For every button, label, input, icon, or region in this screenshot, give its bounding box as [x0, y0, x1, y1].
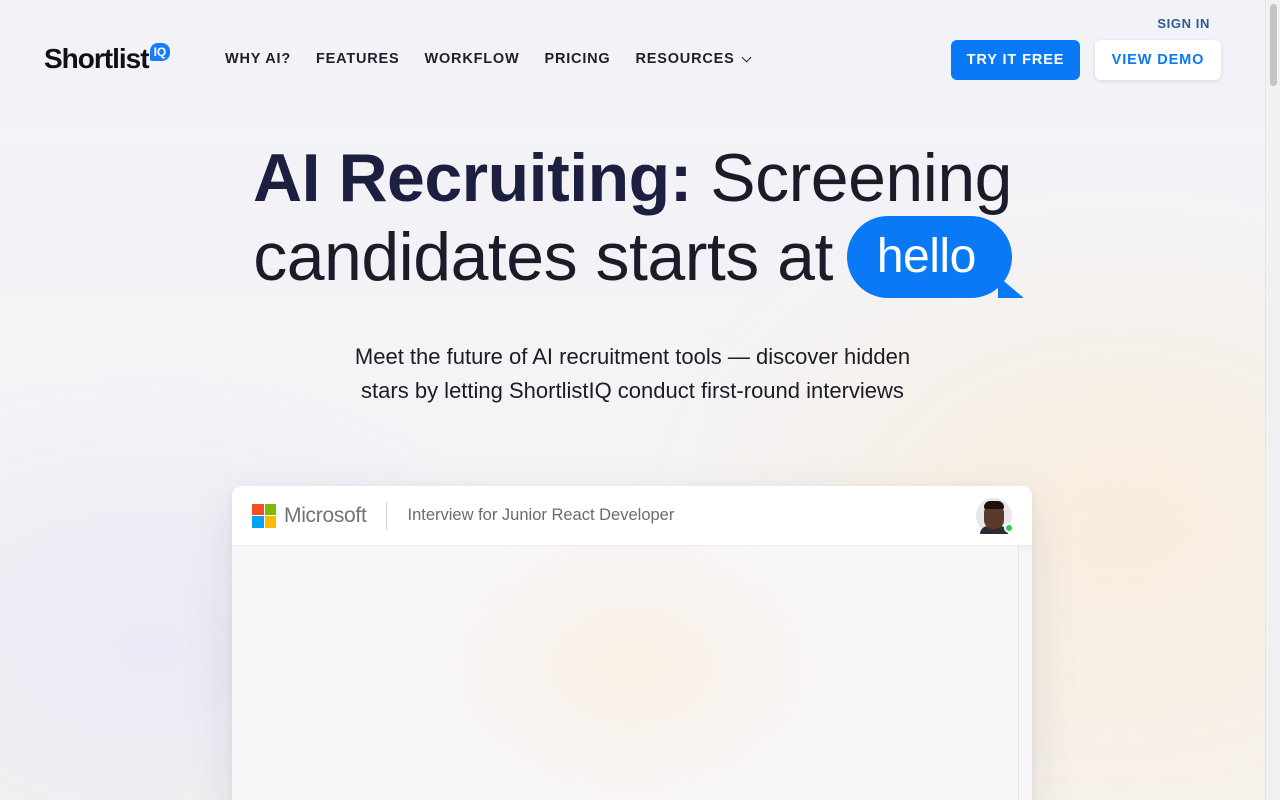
interview-title: Interview for Junior React Developer: [407, 506, 675, 524]
subtitle-line-1: Meet the future of AI recruitment tools …: [354, 344, 911, 369]
hero-title-rest: Screening: [710, 140, 1012, 216]
hero-subtitle: Meet the future of AI recruitment tools …: [0, 340, 1265, 408]
candidate-avatar: [976, 498, 1014, 534]
nav-label: PRICING: [544, 51, 611, 67]
nav-label: WORKFLOW: [424, 51, 520, 67]
shortlistiq-logo[interactable]: Shortlist IQ: [44, 43, 171, 74]
hero-heading: AI Recruiting: Screening candidates star…: [0, 140, 1265, 298]
hero-line-1: AI Recruiting: Screening: [0, 140, 1265, 216]
bubble-tail: [997, 276, 1024, 298]
nav-label: WHY AI?: [225, 51, 292, 67]
view-demo-button[interactable]: VIEW DEMO: [1095, 40, 1221, 80]
logo-badge: IQ: [149, 43, 171, 61]
interview-card-body: [232, 546, 1019, 800]
hello-chat-bubble: hello: [846, 216, 1024, 298]
company-name: Microsoft: [284, 503, 367, 527]
nav-label: FEATURES: [316, 51, 400, 67]
scrollbar-thumb[interactable]: [1270, 4, 1277, 86]
page-scrollbar[interactable]: [1265, 0, 1280, 800]
subtitle-line-2: stars by letting ShortlistIQ conduct fir…: [361, 378, 904, 403]
interview-preview-card: Microsoft Interview for Junior React Dev…: [232, 486, 1032, 800]
hero-title-strong: AI Recruiting:: [253, 140, 692, 216]
header-divider: [386, 501, 388, 530]
hero-line-2: candidates starts at hello: [253, 216, 1024, 298]
online-status-icon: [1004, 523, 1014, 533]
nav-features[interactable]: FEATURES: [316, 51, 399, 67]
microsoft-logo: Microsoft: [252, 503, 367, 528]
nav-why-ai[interactable]: WHY AI?: [225, 51, 291, 67]
nav-label: RESOURCES: [635, 51, 735, 67]
hero-title-line2: candidates starts at: [253, 219, 833, 295]
sign-in-link[interactable]: SIGN IN: [1157, 16, 1210, 31]
nav-resources[interactable]: RESOURCES: [635, 51, 752, 67]
nav-workflow[interactable]: WORKFLOW: [424, 51, 519, 67]
nav-pricing[interactable]: PRICING: [544, 51, 610, 67]
logo-text: Shortlist: [44, 43, 150, 74]
chevron-down-icon: [741, 52, 752, 62]
try-it-free-button[interactable]: TRY IT FREE: [951, 40, 1080, 80]
microsoft-grid-icon: [252, 503, 276, 528]
main-nav: WHY AI? FEATURES WORKFLOW PRICING RESOUR…: [225, 51, 752, 67]
bubble-word: hello: [876, 230, 976, 283]
interview-card-header: Microsoft Interview for Junior React Dev…: [232, 486, 1032, 546]
